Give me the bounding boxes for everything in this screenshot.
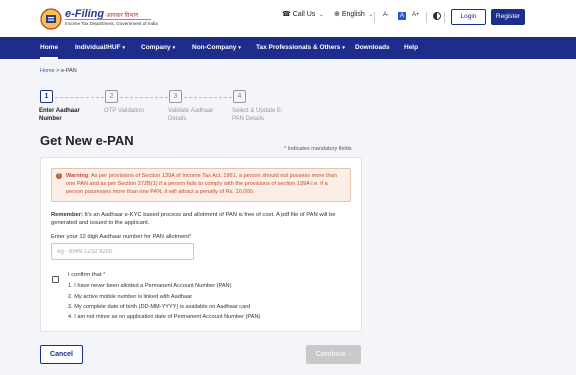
warning-text: : As per provisions of Section 139A of I… (66, 173, 337, 195)
confirm-item: 1. I have never been allotted a Permanen… (68, 283, 232, 289)
warning-box: ! Warning: As per provisions of Section … (51, 168, 351, 202)
call-us-menu[interactable]: ☎ Call Us ⌄ (282, 10, 323, 18)
main-nav: Home Individual/HUF ▾ Company ▾ Non-Compan… (0, 37, 576, 59)
chevron-down-icon: ▾ (342, 45, 345, 51)
aadhaar-number-input[interactable] (51, 243, 194, 260)
confirm-checkbox[interactable] (52, 276, 59, 283)
breadcrumb: Home > e-PAN (40, 68, 77, 74)
step-label: OTP Validation (104, 108, 144, 114)
nav-non-company[interactable]: Non-Company ▾ (192, 37, 241, 59)
font-increase-button[interactable]: A+ (412, 12, 420, 18)
remember-label: Remember: (51, 212, 83, 218)
step-label: Validate Aadhaar Details (168, 108, 214, 122)
logo-subtitle: Income Tax Department, Government of Ind… (65, 21, 158, 26)
page-title: Get New e-PAN (40, 133, 134, 148)
call-us-label: Call Us (292, 11, 316, 18)
globe-icon: ⊕ (334, 11, 340, 18)
nav-label: Tax Professionals & Others (256, 44, 341, 51)
breadcrumb-home[interactable]: Home (40, 68, 55, 74)
step-connector (184, 97, 232, 98)
logo-underline (65, 19, 151, 20)
remember-text: It's an Aadhaar e-KYC based process and … (51, 212, 336, 226)
nav-help[interactable]: Help (404, 37, 418, 59)
warning-label: Warning (66, 173, 89, 179)
language-label: English (341, 11, 365, 18)
aadhaar-field-label: Enter your 12 digit Aadhaar number for P… (51, 234, 192, 240)
emblem-icon (40, 8, 62, 30)
step-label: Enter Aadhaar Number (39, 108, 80, 122)
cancel-button[interactable]: Cancel (40, 345, 83, 364)
step-number: 2 (105, 90, 118, 103)
nav-company[interactable]: Company ▾ (141, 37, 175, 59)
remember-note: Remember: It's an Aadhaar e-KYC based pr… (51, 211, 356, 227)
form-card: ! Warning: As per provisions of Section … (40, 157, 362, 332)
confirm-label: I confirm that * (68, 272, 106, 278)
breadcrumb-separator: > (56, 68, 60, 74)
divider (444, 12, 445, 23)
contrast-icon[interactable] (433, 12, 441, 20)
nav-label: Individual/HUF (75, 44, 121, 51)
mandatory-note: * Indicates mandatory fields (284, 146, 352, 152)
step-number: 4 (233, 90, 246, 103)
chevron-down-icon: ▾ (238, 45, 241, 51)
continue-button[interactable]: Continue › (306, 345, 361, 364)
login-button[interactable]: Login (451, 9, 486, 25)
top-header: e-Filing आयकर विभाग Income Tax Department… (0, 0, 576, 37)
language-selector[interactable]: ⊕ English ⌄ (334, 10, 373, 18)
chevron-down-icon: ▾ (172, 45, 176, 51)
step-connector (55, 97, 104, 98)
divider (426, 12, 427, 23)
nav-downloads[interactable]: Downloads (355, 37, 390, 59)
step-label: Select & Update E- PAN Details (232, 108, 284, 122)
chevron-down-icon: ▾ (122, 45, 126, 51)
nav-home[interactable]: Home (40, 37, 59, 59)
step-number: 1 (40, 90, 53, 103)
nav-label: Non-Company (192, 44, 237, 51)
step-number: 3 (169, 90, 182, 103)
continue-label: Continue (315, 351, 346, 358)
chevron-down-icon: ⌄ (319, 12, 324, 18)
nav-label: Company (141, 44, 171, 51)
phone-icon: ☎ (282, 11, 291, 18)
confirm-item: 2. My active mobile number is linked wit… (68, 294, 193, 300)
efiling-logo[interactable]: e-Filing आयकर विभाग Income Tax Department… (40, 7, 160, 31)
register-button[interactable]: Register (491, 9, 525, 25)
font-decrease-button[interactable]: A- (383, 12, 389, 18)
confirm-item: 3. My complete date of birth (DD-MM-YYYY… (68, 304, 251, 310)
divider (374, 12, 375, 23)
confirm-item: 4. I am not minor as on application date… (68, 314, 261, 320)
step-connector (120, 97, 168, 98)
chevron-down-icon: ⌄ (368, 12, 373, 18)
nav-tax-professionals[interactable]: Tax Professionals & Others ▾ (256, 37, 345, 59)
chevron-right-icon: › (348, 351, 352, 358)
breadcrumb-current: e-PAN (60, 68, 77, 74)
nav-individual-huf[interactable]: Individual/HUF ▾ (75, 37, 125, 59)
warning-icon: ! (56, 173, 62, 179)
font-normal-button[interactable]: A (398, 12, 406, 20)
